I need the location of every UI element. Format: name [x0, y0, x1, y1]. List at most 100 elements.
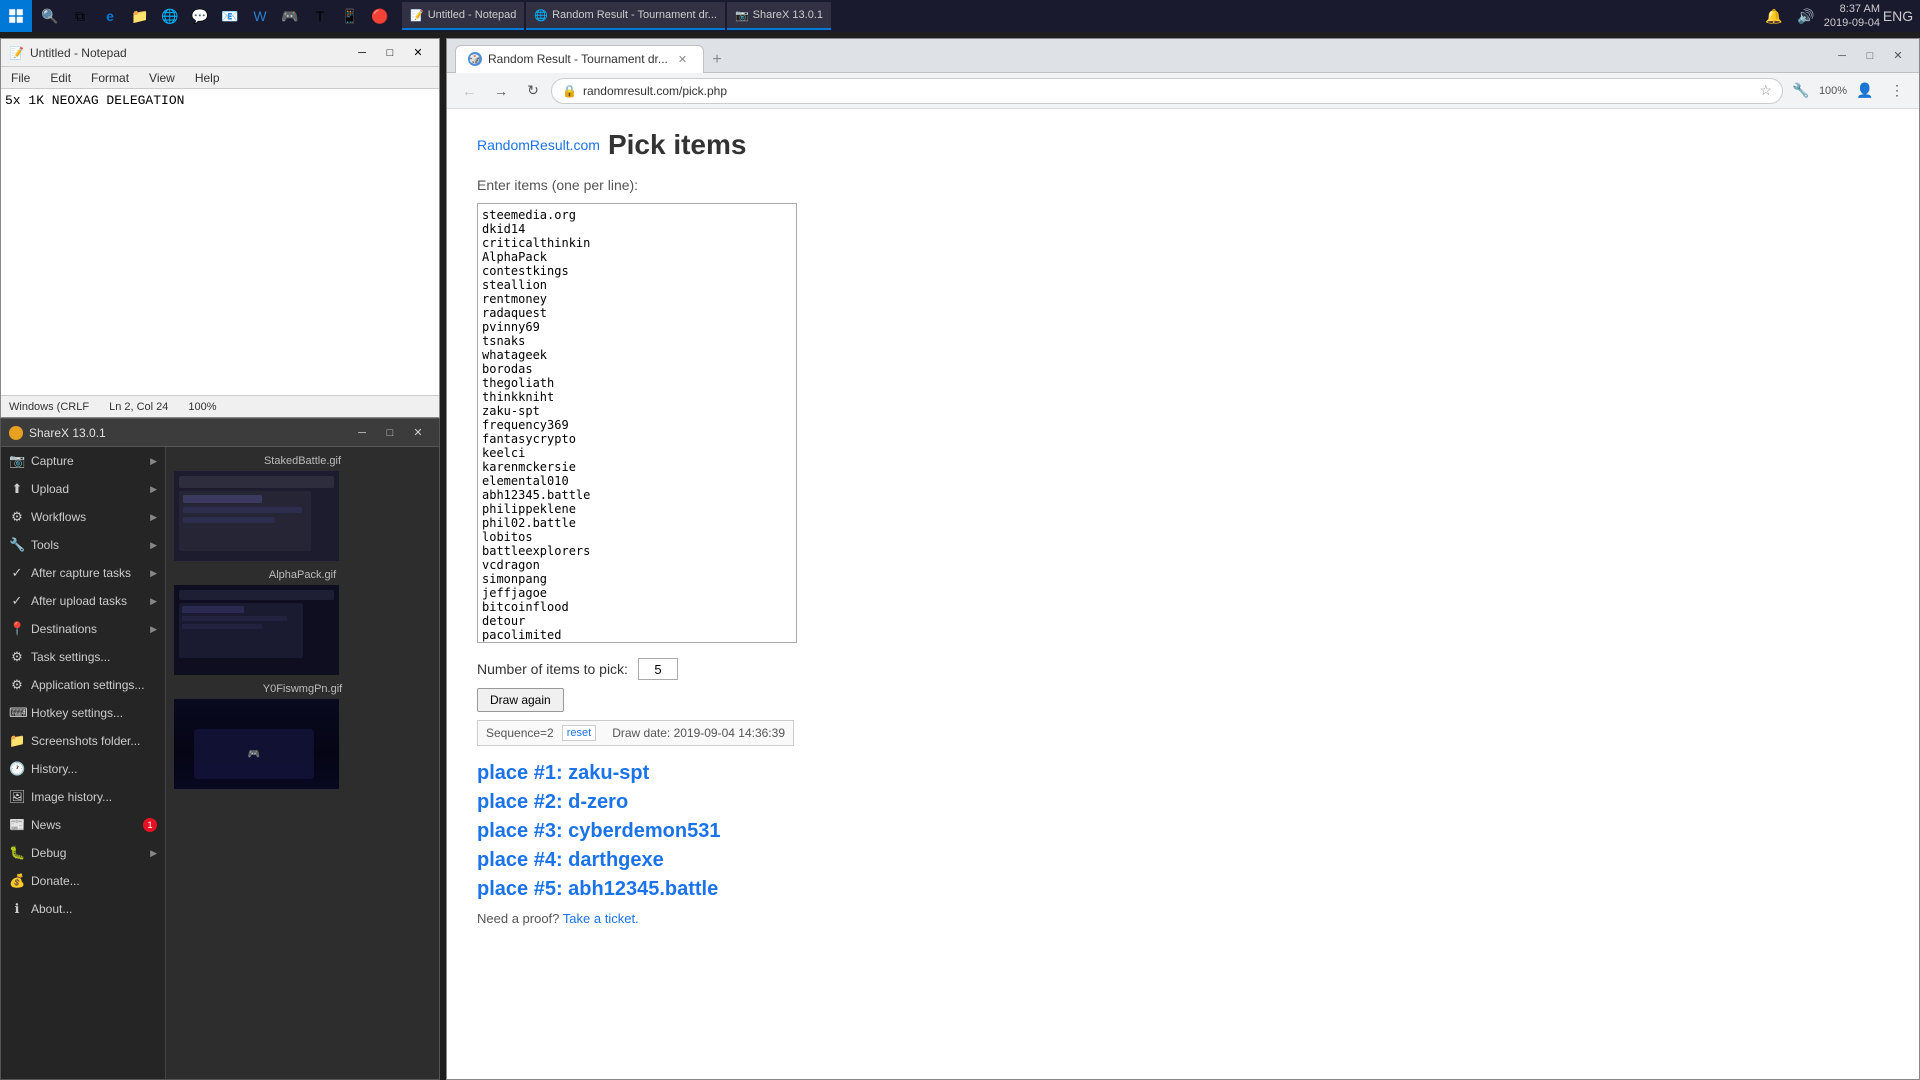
results-section: place #1: zaku-spt place #2: d-zero plac… — [477, 762, 1889, 901]
sidebar-item-about[interactable]: ℹ About... — [1, 895, 165, 923]
notepad-text-area[interactable]: 5x 1K NEOXAG DELEGATION — [1, 89, 439, 395]
reset-button[interactable]: reset — [562, 725, 596, 741]
pick-row: Number of items to pick: — [477, 658, 1889, 680]
app8-icon[interactable]: 🎮 — [276, 2, 304, 30]
user-button[interactable]: 👤 — [1851, 77, 1879, 105]
explorer-icon[interactable]: 📁 — [126, 2, 154, 30]
page-title: Pick items — [608, 129, 747, 161]
thumbnail-image-3[interactable]: 🎮 — [174, 699, 339, 789]
folder-icon: 📁 — [9, 733, 25, 749]
sidebar-item-tools[interactable]: 🔧 Tools — [1, 531, 165, 559]
sidebar-item-image-history[interactable]: 🖼 Image history... — [1, 783, 165, 811]
tab-close-button[interactable]: ✕ — [674, 51, 691, 68]
address-bar[interactable]: 🔒 randomresult.com/pick.php ☆ — [551, 78, 1783, 104]
notepad-close-button[interactable]: ✕ — [405, 44, 431, 62]
result-place-2: place #2: d-zero — [477, 791, 1889, 814]
task-view-icon[interactable]: ⧉ — [66, 2, 94, 30]
volume-icon[interactable]: 🔊 — [1792, 2, 1820, 30]
sidebar-item-destinations[interactable]: 📍 Destinations — [1, 615, 165, 643]
thumbnail-image-1[interactable] — [174, 471, 339, 561]
system-clock[interactable]: 8:37 AM 2019-09-04 — [1824, 2, 1880, 31]
num-to-pick-input[interactable] — [638, 658, 678, 680]
language-indicator[interactable]: ENG — [1884, 2, 1912, 30]
donate-icon: 💰 — [9, 873, 25, 889]
notepad-titlebar: 📝 Untitled - Notepad ─ □ ✕ — [1, 39, 439, 67]
thumbnail-label-1: StakedBattle.gif — [174, 455, 431, 467]
sharex-minimize-button[interactable]: ─ — [349, 424, 375, 442]
browser-active-tab[interactable]: 🎲 Random Result - Tournament dr... ✕ — [455, 45, 704, 73]
lock-icon: 🔒 — [562, 84, 577, 98]
skype-icon[interactable]: 💬 — [186, 2, 214, 30]
sidebar-item-hotkey-settings[interactable]: ⌨ Hotkey settings... — [1, 699, 165, 727]
notepad-menu-format[interactable]: Format — [85, 69, 135, 87]
chrome-icon[interactable]: 🌐 — [156, 2, 184, 30]
start-button[interactable] — [0, 0, 32, 32]
notepad-maximize-button[interactable]: □ — [377, 44, 403, 62]
menu-button[interactable]: ⋮ — [1883, 77, 1911, 105]
image-history-icon: 🖼 — [9, 789, 25, 805]
page-brand-link[interactable]: RandomResult.com — [477, 137, 600, 153]
browser-forward-button[interactable]: → — [487, 77, 515, 105]
sidebar-item-donate[interactable]: 💰 Donate... — [1, 867, 165, 895]
search-icon[interactable]: 🔍 — [36, 2, 64, 30]
sharex-close-button[interactable]: ✕ — [405, 424, 431, 442]
items-textarea-container: steemedia.org dkid14 criticalthinkin Alp… — [477, 203, 797, 648]
draw-again-button[interactable]: Draw again — [477, 688, 564, 712]
notepad-minimize-button[interactable]: ─ — [349, 44, 375, 62]
taskbar-browser-app[interactable]: 🌐Random Result - Tournament dr... — [526, 2, 725, 30]
star-icon[interactable]: ☆ — [1759, 82, 1772, 99]
sequence-label: Sequence=2 — [486, 726, 554, 740]
notepad-menu-file[interactable]: File — [5, 69, 36, 87]
browser-refresh-button[interactable]: ↻ — [519, 77, 547, 105]
sidebar-item-after-upload-tasks[interactable]: ✓ After upload tasks — [1, 587, 165, 615]
browser-close-button[interactable]: ✕ — [1885, 47, 1911, 65]
sidebar-item-after-capture-tasks[interactable]: ✓ After capture tasks — [1, 559, 165, 587]
notification-icon[interactable]: 🔔 — [1760, 2, 1788, 30]
thumbnail-section-1: StakedBattle.gif — [174, 455, 431, 561]
sidebar-item-workflows[interactable]: ⚙ Workflows — [1, 503, 165, 531]
news-icon: 📰 — [9, 817, 25, 833]
sharex-window: ShareX 13.0.1 ─ □ ✕ 📷 Capture ⬆ Upload ⚙… — [0, 418, 440, 1080]
notepad-menu-view[interactable]: View — [143, 69, 181, 87]
proof-link[interactable]: Take a ticket. — [563, 911, 639, 926]
sidebar-item-task-settings[interactable]: ⚙ Task settings... — [1, 643, 165, 671]
proof-row: Need a proof? Take a ticket. — [477, 911, 1889, 926]
app10-icon[interactable]: 📱 — [336, 2, 364, 30]
app11-icon[interactable]: 🔴 — [366, 2, 394, 30]
sidebar-item-screenshots-folder[interactable]: 📁 Screenshots folder... — [1, 727, 165, 755]
result-place-3: place #3: cyberdemon531 — [477, 820, 1889, 843]
notepad-menu-help[interactable]: Help — [189, 69, 226, 87]
browser-back-button[interactable]: ← — [455, 77, 483, 105]
browser-toolbar-icons: 🔧 100% 👤 ⋮ — [1787, 77, 1911, 105]
sidebar-item-history[interactable]: 🕐 History... — [1, 755, 165, 783]
sidebar-item-news[interactable]: 📰 News 1 — [1, 811, 165, 839]
taskbar-sharex-app[interactable]: 📷ShareX 13.0.1 — [727, 2, 831, 30]
word-icon[interactable]: W — [246, 2, 274, 30]
sidebar-item-app-settings[interactable]: ⚙ Application settings... — [1, 671, 165, 699]
notepad-statusbar: Windows (CRLF Ln 2, Col 24 100% — [1, 395, 439, 417]
teams-icon[interactable]: T — [306, 2, 334, 30]
notepad-menu-edit[interactable]: Edit — [44, 69, 77, 87]
thumbnail-image-2[interactable] — [174, 585, 339, 675]
proof-text: Need a proof? — [477, 911, 559, 926]
zoom-button[interactable]: 100% — [1819, 77, 1847, 105]
page-header: RandomResult.com Pick items — [477, 129, 1889, 161]
extensions-button[interactable]: 🔧 — [1787, 77, 1815, 105]
hotkey-icon: ⌨ — [9, 705, 25, 721]
edge-icon[interactable]: e — [96, 2, 124, 30]
sidebar-item-capture[interactable]: 📷 Capture — [1, 447, 165, 475]
after-upload-icon: ✓ — [9, 593, 25, 609]
sharex-title: ShareX 13.0.1 — [9, 426, 106, 440]
browser-maximize-button[interactable]: □ — [1857, 47, 1883, 65]
new-tab-button[interactable]: + — [704, 47, 730, 73]
taskbar: 🔍 ⧉ e 📁 🌐 💬 📧 W 🎮 T 📱 🔴 📝Untitled - Note… — [0, 0, 1920, 32]
outlook-icon[interactable]: 📧 — [216, 2, 244, 30]
browser-minimize-button[interactable]: ─ — [1829, 47, 1855, 65]
taskbar-notepad-app[interactable]: 📝Untitled - Notepad — [402, 2, 524, 30]
sharex-maximize-button[interactable]: □ — [377, 424, 403, 442]
draw-button-container: Draw again — [477, 688, 1889, 712]
sharex-sidebar: 📷 Capture ⬆ Upload ⚙ Workflows 🔧 Tools ✓… — [1, 447, 166, 1079]
items-textarea[interactable]: steemedia.org dkid14 criticalthinkin Alp… — [477, 203, 797, 643]
sidebar-item-upload[interactable]: ⬆ Upload — [1, 475, 165, 503]
sidebar-item-debug[interactable]: 🐛 Debug — [1, 839, 165, 867]
